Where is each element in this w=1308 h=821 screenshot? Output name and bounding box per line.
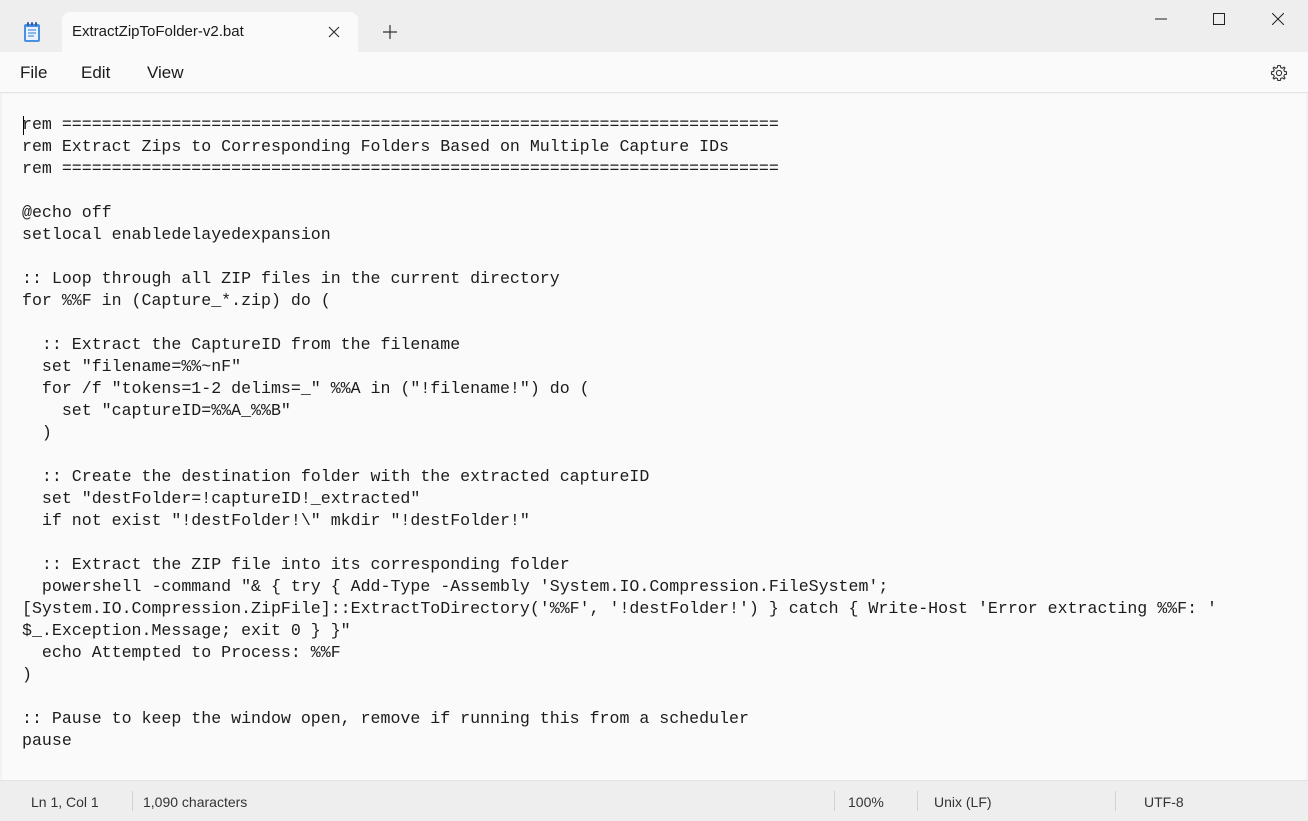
maximize-button[interactable]: [1190, 0, 1248, 38]
code-line: :: Extract the CaptureID from the filena…: [22, 335, 461, 354]
code-line: for %%F in (Capture_*.zip) do (: [22, 291, 331, 310]
close-icon: [1272, 13, 1284, 25]
character-count: 1,090 characters: [143, 794, 248, 810]
menu-edit[interactable]: Edit: [81, 63, 110, 83]
code-line: for /f "tokens=1-2 delims=_" %%A in ("!f…: [22, 379, 590, 398]
tab-file[interactable]: ExtractZipToFolder-v2.bat: [62, 12, 358, 53]
zoom-level[interactable]: 100%: [848, 794, 884, 810]
code-line: set "destFolder=!captureID!_extracted": [22, 489, 421, 508]
encoding[interactable]: UTF-8: [1144, 794, 1184, 810]
close-window-button[interactable]: [1249, 0, 1307, 38]
code-line: rem Extract Zips to Corresponding Folder…: [22, 137, 730, 156]
minimize-icon: [1155, 18, 1167, 20]
status-divider: [1115, 791, 1116, 811]
code-line: set "captureID=%%A_%%B": [22, 401, 291, 420]
title-bar: ExtractZipToFolder-v2.bat: [0, 0, 1308, 53]
notepad-icon: [18, 18, 46, 46]
maximize-icon: [1213, 13, 1225, 25]
code-line: set "filename=%%~nF": [22, 357, 242, 376]
gear-icon: [1270, 64, 1288, 82]
code-line: rem ====================================…: [22, 115, 779, 134]
tab-title: ExtractZipToFolder-v2.bat: [72, 23, 244, 40]
code-line: :: Create the destination folder with th…: [22, 467, 650, 486]
code-line: [System.IO.Compression.ZipFile]::Extract…: [22, 599, 1217, 618]
status-divider: [917, 791, 918, 811]
code-line: $_.Exception.Message; exit 0 } }": [22, 621, 351, 640]
minimize-button[interactable]: [1132, 0, 1190, 38]
code-line: @echo off: [22, 203, 112, 222]
code-line: echo Attempted to Process: %%F: [22, 643, 341, 662]
code-line: if not exist "!destFolder!\" mkdir "!des…: [22, 511, 530, 530]
status-divider: [132, 791, 133, 811]
editor-content[interactable]: rem ====================================…: [22, 114, 1292, 752]
code-line: ): [22, 665, 32, 684]
menu-file[interactable]: File: [20, 63, 47, 83]
menu-view[interactable]: View: [147, 63, 184, 83]
cursor-position: Ln 1, Col 1: [31, 794, 99, 810]
code-line: setlocal enabledelayedexpansion: [22, 225, 331, 244]
new-tab-plus-icon[interactable]: [376, 18, 404, 46]
code-line: :: Extract the ZIP file into its corresp…: [22, 555, 570, 574]
status-bar: Ln 1, Col 1 1,090 characters 100% Unix (…: [0, 780, 1308, 821]
code-line: powershell -command "& { try { Add-Type …: [22, 577, 889, 596]
settings-button[interactable]: [1266, 60, 1292, 86]
status-divider: [834, 791, 835, 811]
code-line: :: Loop through all ZIP files in the cur…: [22, 269, 560, 288]
menu-bar: File Edit View: [0, 52, 1308, 93]
code-line: ): [22, 423, 52, 442]
code-line: :: Pause to keep the window open, remove…: [22, 709, 749, 728]
text-editor[interactable]: rem ====================================…: [2, 94, 1306, 780]
code-line: rem ====================================…: [22, 159, 779, 178]
line-ending[interactable]: Unix (LF): [934, 794, 992, 810]
close-tab-icon[interactable]: [322, 20, 346, 44]
code-line: pause: [22, 731, 72, 750]
